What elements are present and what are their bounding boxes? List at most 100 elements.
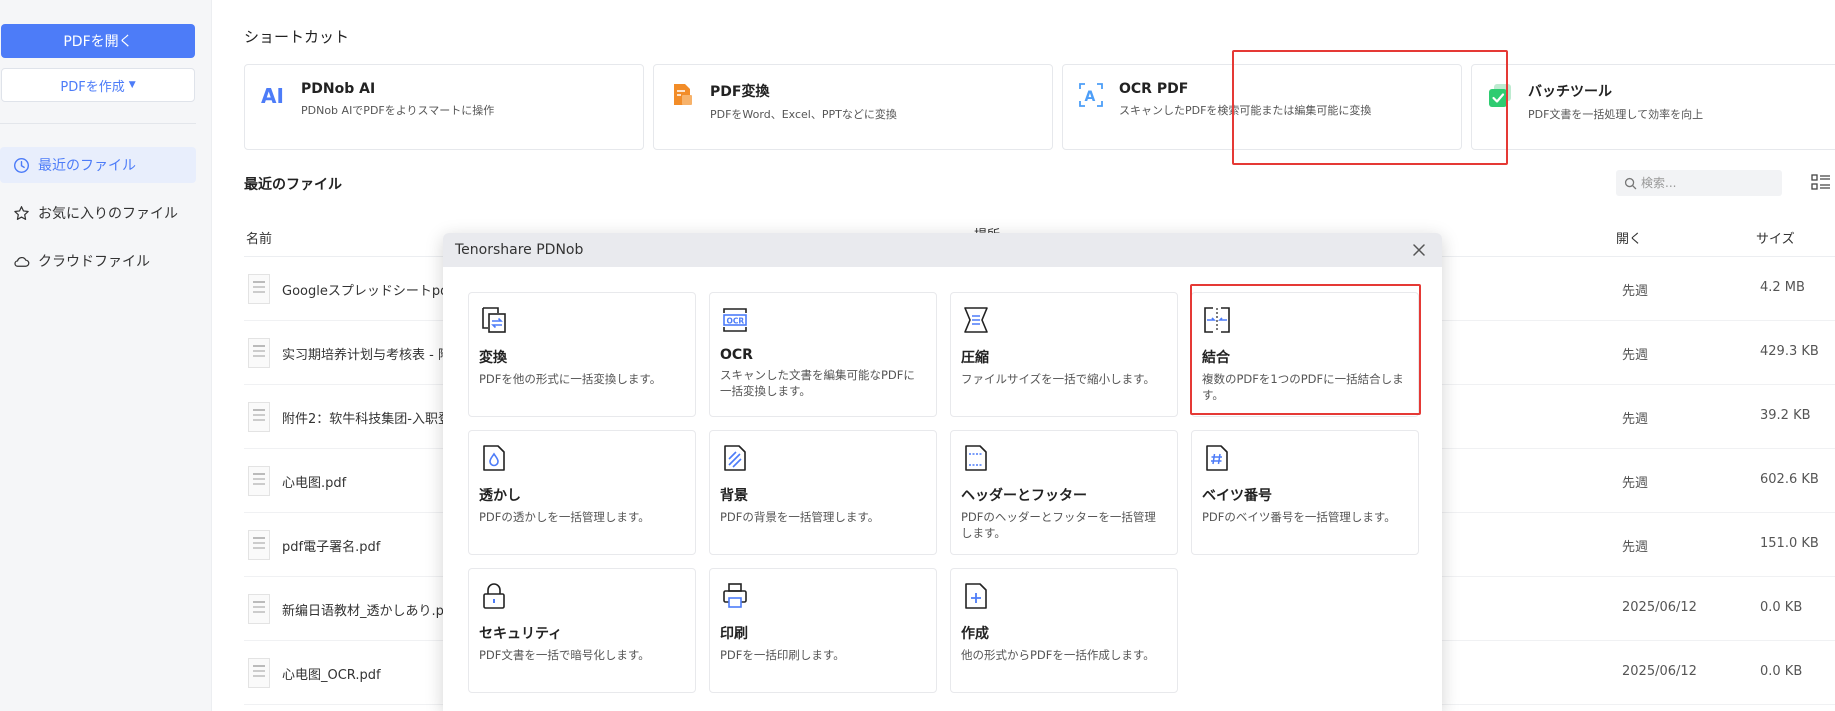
file-opened: 先週	[1622, 540, 1649, 555]
shortcuts-title: ショートカット	[244, 28, 350, 46]
file-opened: 2025/06/12	[1622, 664, 1697, 679]
column-opened[interactable]: 開く	[1616, 228, 1642, 247]
tool-desc: スキャンした文書を編集可能なPDFに一括変換します。	[720, 368, 915, 398]
tool-print[interactable]: 印刷 PDFを一括印刷します。	[709, 568, 937, 693]
tool-merge[interactable]: 結合 複数のPDFを1つのPDFに一括結合します。	[1191, 292, 1419, 417]
caret-down-icon: ▼	[128, 80, 136, 90]
tool-compress[interactable]: 圧縮 ファイルサイズを一括で縮小します。	[950, 292, 1178, 417]
background-icon	[724, 445, 746, 471]
file-thumbnail	[248, 466, 270, 496]
tool-title: 透かし	[479, 488, 521, 504]
shortcut-pdnob-ai[interactable]: AI PDNob AI PDNob AIでPDFをよりスマートに操作	[244, 64, 644, 150]
shortcut-pdf-convert[interactable]: PDF変換 PDFをWord、Excel、PPTなどに変換	[653, 64, 1053, 150]
file-size: 429.3 KB	[1760, 344, 1819, 359]
tool-title: ベイツ番号	[1202, 488, 1272, 504]
tool-ocr[interactable]: OCR OCR スキャンした文書を編集可能なPDFに一括変換します。	[709, 292, 937, 417]
tool-desc: PDF文書を一括で暗号化します。	[479, 648, 650, 662]
dialog-header: Tenorshare PDNob	[443, 233, 1442, 267]
tool-title: 背景	[720, 488, 748, 504]
merge-icon	[1204, 307, 1230, 333]
file-name: 心电图.pdf	[282, 476, 347, 491]
tool-title: 変換	[479, 350, 507, 366]
ai-icon: AI	[259, 81, 287, 109]
file-thumbnail	[248, 658, 270, 688]
tool-desc: 他の形式からPDFを一括作成します。	[961, 648, 1155, 662]
search-input[interactable]	[1641, 176, 1771, 190]
file-name: Googleスプレッドシートpdf	[282, 284, 453, 299]
file-size: 0.0 KB	[1760, 664, 1803, 679]
tool-title: 結合	[1202, 350, 1230, 366]
tool-title: ヘッダーとフッター	[961, 488, 1087, 504]
convert-icon	[482, 307, 506, 333]
shortcut-title: バッチツール	[1528, 84, 1612, 100]
ocr-icon: A	[1077, 81, 1105, 109]
tool-desc: PDFを他の形式に一括変換します。	[479, 372, 662, 386]
tool-title: セキュリティ	[479, 626, 563, 642]
file-name: 新编日语教材_透かしあり.pdf	[282, 604, 457, 619]
file-size: 602.6 KB	[1760, 472, 1819, 487]
search-box[interactable]	[1616, 170, 1782, 196]
cloud-icon	[14, 256, 30, 267]
sidebar-divider	[0, 123, 196, 124]
svg-text:OCR: OCR	[727, 317, 745, 326]
compress-icon	[964, 307, 988, 333]
open-pdf-button[interactable]: PDFを開く	[1, 24, 195, 58]
create-pdf-button[interactable]: PDFを作成 ▼	[1, 68, 195, 102]
shortcut-desc: PDFをWord、Excel、PPTなどに変換	[710, 108, 897, 121]
search-icon	[1624, 177, 1637, 189]
app-window: PDFを開く PDFを作成 ▼ 最近のファイル お気に入りのファイル クラウドフ…	[0, 0, 1835, 711]
tool-create[interactable]: 作成 他の形式からPDFを一括作成します。	[950, 568, 1178, 693]
sidebar-item-label: クラウドファイル	[38, 254, 150, 270]
bates-icon	[1206, 445, 1228, 471]
svg-text:AI: AI	[261, 84, 284, 108]
header-footer-icon	[965, 445, 987, 471]
file-thumbnail	[248, 338, 270, 368]
tool-convert[interactable]: 変換 PDFを他の形式に一括変換します。	[468, 292, 696, 417]
shortcut-desc: PDF文書を一括処理して効率を向上	[1528, 108, 1704, 121]
sidebar-item-recent[interactable]: 最近のファイル	[0, 147, 196, 183]
sidebar-item-cloud[interactable]: クラウドファイル	[0, 243, 196, 279]
lock-icon	[483, 583, 505, 609]
list-view-icon[interactable]	[1810, 172, 1832, 194]
star-icon	[14, 205, 29, 220]
tool-desc: PDFの透かしを一括管理します。	[479, 510, 650, 524]
file-thumbnail	[248, 402, 270, 432]
ocr-icon: OCR	[723, 308, 747, 332]
file-size: 0.0 KB	[1760, 600, 1803, 615]
shortcuts-row: AI PDNob AI PDNob AIでPDFをよりスマートに操作 PDF変換…	[244, 64, 1835, 150]
column-size[interactable]: サイズ	[1756, 228, 1795, 247]
tool-background[interactable]: 背景 PDFの背景を一括管理します。	[709, 430, 937, 555]
tool-watermark[interactable]: 透かし PDFの透かしを一括管理します。	[468, 430, 696, 555]
create-icon	[965, 583, 987, 609]
tool-desc: PDFの背景を一括管理します。	[720, 510, 880, 524]
file-thumbnail	[248, 274, 270, 304]
file-opened: 先週	[1622, 476, 1649, 491]
shortcut-title: PDNob AI	[301, 81, 376, 97]
shortcut-ocr-pdf[interactable]: A OCR PDF スキャンしたPDFを検索可能または編集可能に変換	[1062, 64, 1462, 150]
column-name[interactable]: 名前	[246, 228, 272, 247]
tool-title: 印刷	[720, 626, 748, 642]
file-opened: 先週	[1622, 348, 1649, 363]
file-name: 心电图_OCR.pdf	[282, 668, 381, 683]
sidebar-item-label: 最近のファイル	[38, 158, 136, 174]
shortcut-batch-tool[interactable]: バッチツール PDF文書を一括処理して効率を向上	[1471, 64, 1835, 150]
tool-header-footer[interactable]: ヘッダーとフッター PDFのヘッダーとフッターを一括管理します。	[950, 430, 1178, 555]
tool-security[interactable]: セキュリティ PDF文書を一括で暗号化します。	[468, 568, 696, 693]
sidebar-item-favorites[interactable]: お気に入りのファイル	[0, 195, 196, 231]
close-icon[interactable]	[1410, 241, 1428, 259]
tool-desc: 複数のPDFを1つのPDFに一括結合します。	[1202, 372, 1404, 402]
file-size: 151.0 KB	[1760, 536, 1819, 551]
shortcut-desc: PDNob AIでPDFをよりスマートに操作	[301, 104, 495, 117]
tool-desc: PDFのベイツ番号を一括管理します。	[1202, 510, 1396, 524]
clock-icon	[13, 157, 30, 173]
file-thumbnail	[248, 594, 270, 624]
tool-desc: ファイルサイズを一括で縮小します。	[961, 372, 1156, 386]
watermark-icon	[483, 445, 505, 471]
file-size: 39.2 KB	[1760, 408, 1811, 423]
recent-files-title: 最近のファイル	[244, 177, 342, 193]
file-opened: 先週	[1622, 412, 1649, 427]
file-opened: 先週	[1622, 284, 1649, 299]
tool-bates-number[interactable]: ベイツ番号 PDFのベイツ番号を一括管理します。	[1191, 430, 1419, 555]
file-name: pdf電子署名.pdf	[282, 540, 381, 555]
print-icon	[723, 583, 747, 608]
